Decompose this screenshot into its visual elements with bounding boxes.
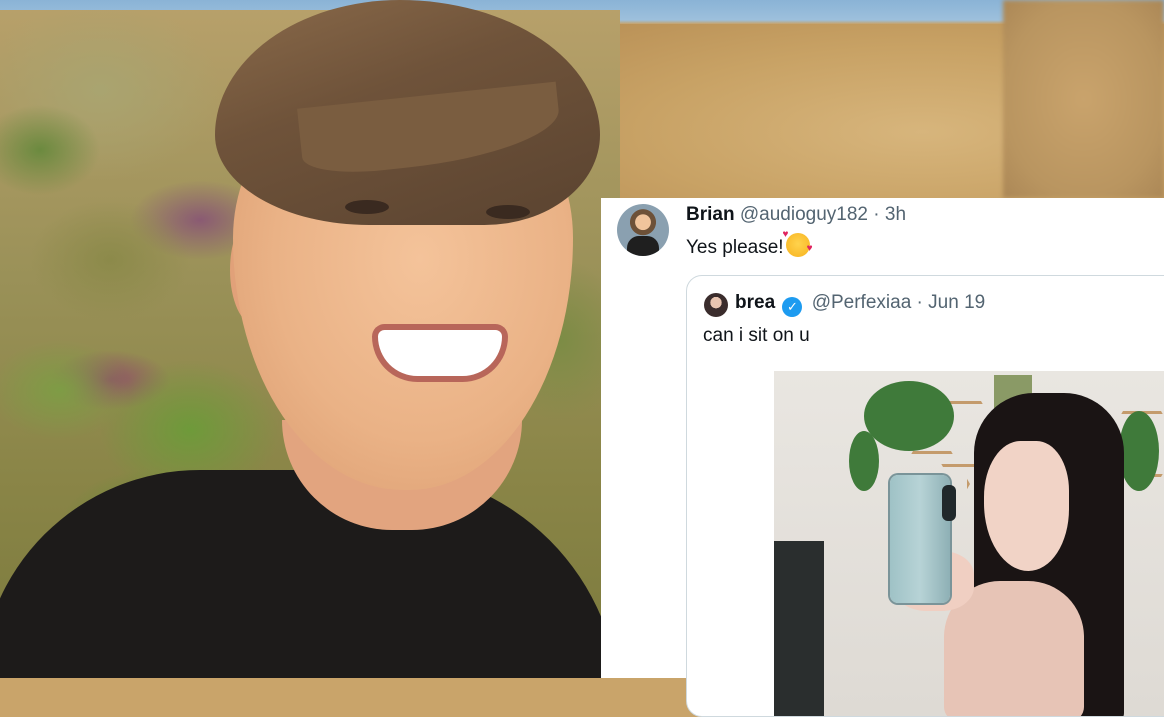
tweet-header: Brian @audioguy182 · 3h [686, 204, 906, 226]
right-eye [486, 205, 530, 219]
hanging-plant [864, 381, 954, 451]
tweet-text-row: Yes please! [686, 229, 813, 259]
separator-dot: · [916, 292, 923, 313]
hanging-plant-vine [849, 431, 879, 491]
smiling-man [0, 0, 620, 678]
smiling-face-with-hearts-icon [783, 229, 813, 257]
tweet-text: Yes please! [686, 237, 784, 258]
author-name[interactable]: Brian [686, 204, 735, 225]
smile [378, 330, 502, 376]
author-handle[interactable]: @audioguy182 [740, 204, 868, 225]
black-shirt [0, 470, 620, 678]
quoted-author-handle[interactable]: @Perfexiaa [812, 292, 912, 313]
quoted-tweet-image[interactable] [774, 371, 1164, 716]
woman-face [984, 441, 1069, 571]
camera-icon [942, 485, 956, 521]
quoted-tweet-text: can i sit on u [703, 325, 810, 346]
tweet-card[interactable]: Brian @audioguy182 · 3h Yes please! brea… [601, 198, 1164, 717]
hanging-plant [1119, 411, 1159, 491]
left-eye [345, 200, 389, 214]
phone [890, 475, 956, 603]
verified-badge-icon: ✓ [782, 297, 803, 317]
blurred-area [1003, 0, 1164, 198]
quoted-author-name[interactable]: brea [735, 292, 775, 313]
quoted-author-avatar[interactable] [704, 293, 728, 317]
quoted-tweet[interactable]: brea ✓ @Perfexiaa · Jun 19 can i sit on … [686, 275, 1164, 717]
author-avatar[interactable] [617, 204, 669, 256]
aquarium-cabinet [774, 541, 824, 716]
quoted-tweet-date[interactable]: Jun 19 [928, 292, 985, 313]
quoted-tweet-header: brea ✓ @Perfexiaa · Jun 19 [735, 292, 985, 317]
separator-dot: · [873, 204, 880, 225]
tweet-time[interactable]: 3h [885, 204, 906, 225]
